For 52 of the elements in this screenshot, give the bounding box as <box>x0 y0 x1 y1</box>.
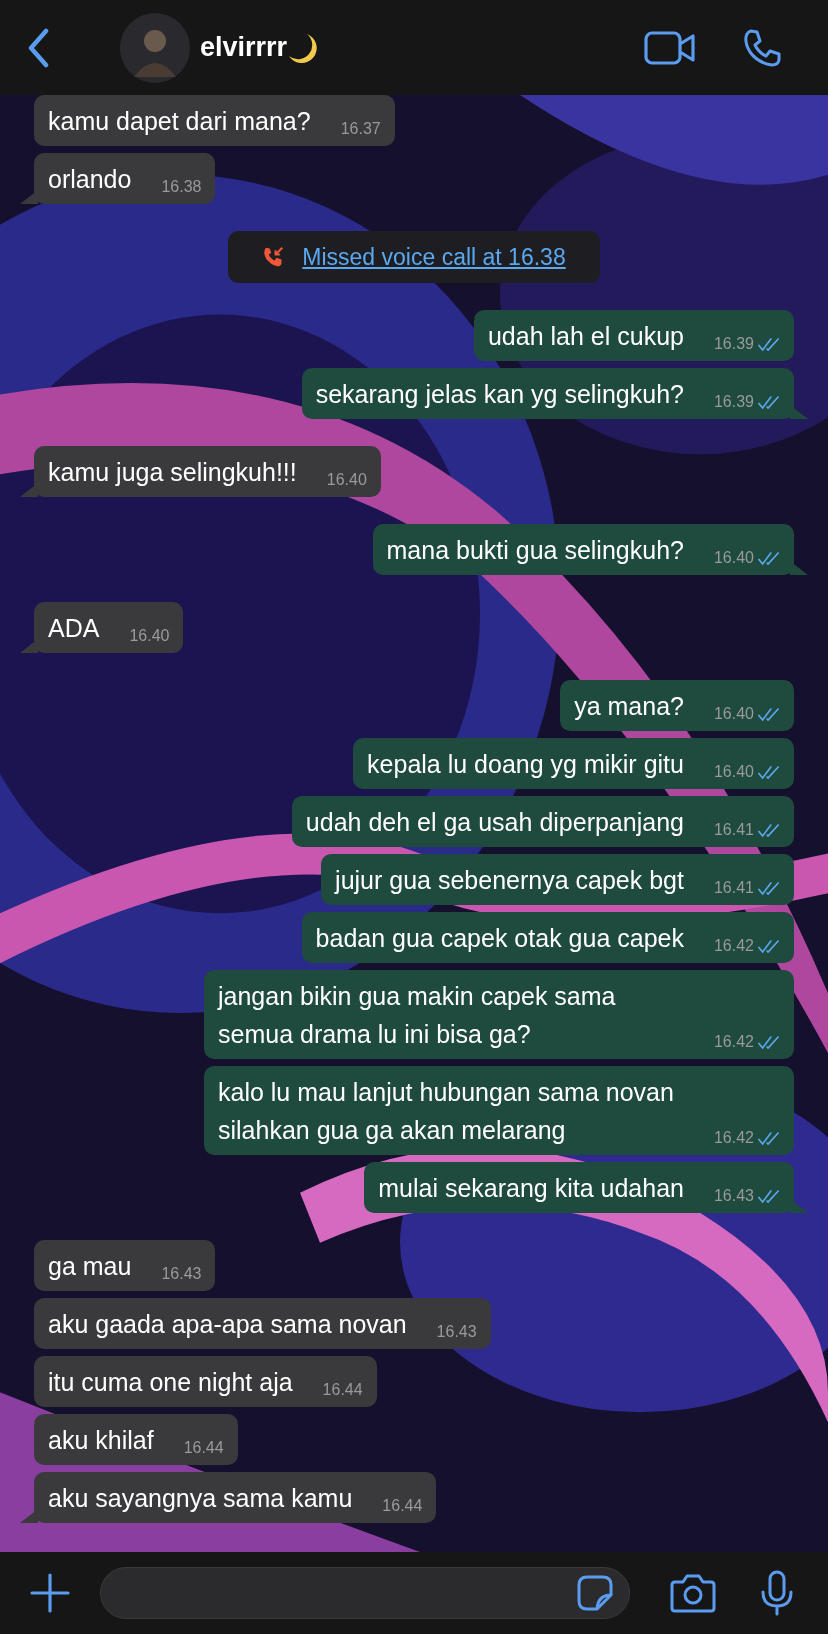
message-text: mana bukti gua selingkuh? <box>386 535 684 566</box>
message-text: kamu dapet dari mana? <box>48 106 311 137</box>
message-text: itu cuma one night aja <box>48 1367 293 1398</box>
message-time: 16.43 <box>436 1322 477 1342</box>
message-text: badan gua capek otak gua capek <box>315 923 684 954</box>
message-time: 16.44 <box>183 1438 224 1458</box>
message-time: 16.41 <box>713 820 754 840</box>
message-text: kepala lu doang yg mikir gitu <box>367 749 684 780</box>
message-text: aku gaada apa-apa sama novan <box>48 1309 407 1340</box>
phone-icon[interactable] <box>742 27 782 68</box>
message-text: jujur gua sebenernya capek bgt <box>335 865 684 896</box>
message-text: jangan bikin gua makin capek sama semua drama lu ini bisa ga? <box>218 981 617 1050</box>
message-text: aku sayangnya sama kamu <box>48 1483 353 1514</box>
message-time: 16.40 <box>326 470 367 490</box>
message-text: mulai sekarang kita udahan <box>378 1173 684 1204</box>
camera-icon[interactable] <box>670 1573 716 1613</box>
message-time: 16.38 <box>161 177 202 197</box>
message-time: 16.44 <box>382 1496 423 1516</box>
message-time: 16.41 <box>713 878 754 898</box>
contact-name[interactable]: elvirrrr <box>200 32 288 63</box>
message-text: kamu juga selingkuh!!! <box>48 457 297 488</box>
message-text: ga mau <box>48 1251 132 1282</box>
message-text: sekarang jelas kan yg selingkuh? <box>315 379 684 410</box>
sticker-icon[interactable] <box>577 1575 613 1611</box>
avatar[interactable] <box>120 12 190 83</box>
message-time: 16.39 <box>713 334 754 354</box>
message-input[interactable] <box>100 1567 630 1619</box>
microphone-icon[interactable] <box>760 1570 794 1616</box>
message-time: 16.42 <box>713 1032 754 1052</box>
message-time: 16.43 <box>713 1186 754 1206</box>
message-text: ya mana? <box>574 691 684 722</box>
video-call-icon[interactable] <box>644 29 696 66</box>
message-text: ADA <box>48 613 100 644</box>
message-time: 16.43 <box>161 1264 202 1284</box>
message-time: 16.40 <box>713 762 754 782</box>
message-text: aku khilaf <box>48 1425 154 1456</box>
message-text: udah deh el ga usah diperpanjang <box>305 807 684 838</box>
message-time: 16.42 <box>713 936 754 956</box>
message-text: udah lah el cukup <box>487 321 684 352</box>
missed-call-link[interactable]: Missed voice call at 16.38 <box>302 243 566 271</box>
message-text: kalo lu mau lanjut hubungan sama novan silahkan gua ga akan melarang <box>218 1077 675 1146</box>
missed-call-icon <box>262 246 285 268</box>
message-time: 16.42 <box>713 1128 754 1148</box>
plus-icon[interactable] <box>30 1573 70 1613</box>
message-time: 16.39 <box>713 392 754 412</box>
back-icon[interactable] <box>26 27 50 68</box>
message-time: 16.40 <box>713 548 754 568</box>
message-time: 16.37 <box>340 119 381 139</box>
message-time: 16.44 <box>322 1380 363 1400</box>
message-time: 16.40 <box>129 626 170 646</box>
message-text: orlando <box>48 164 132 195</box>
message-time: 16.40 <box>713 704 754 724</box>
